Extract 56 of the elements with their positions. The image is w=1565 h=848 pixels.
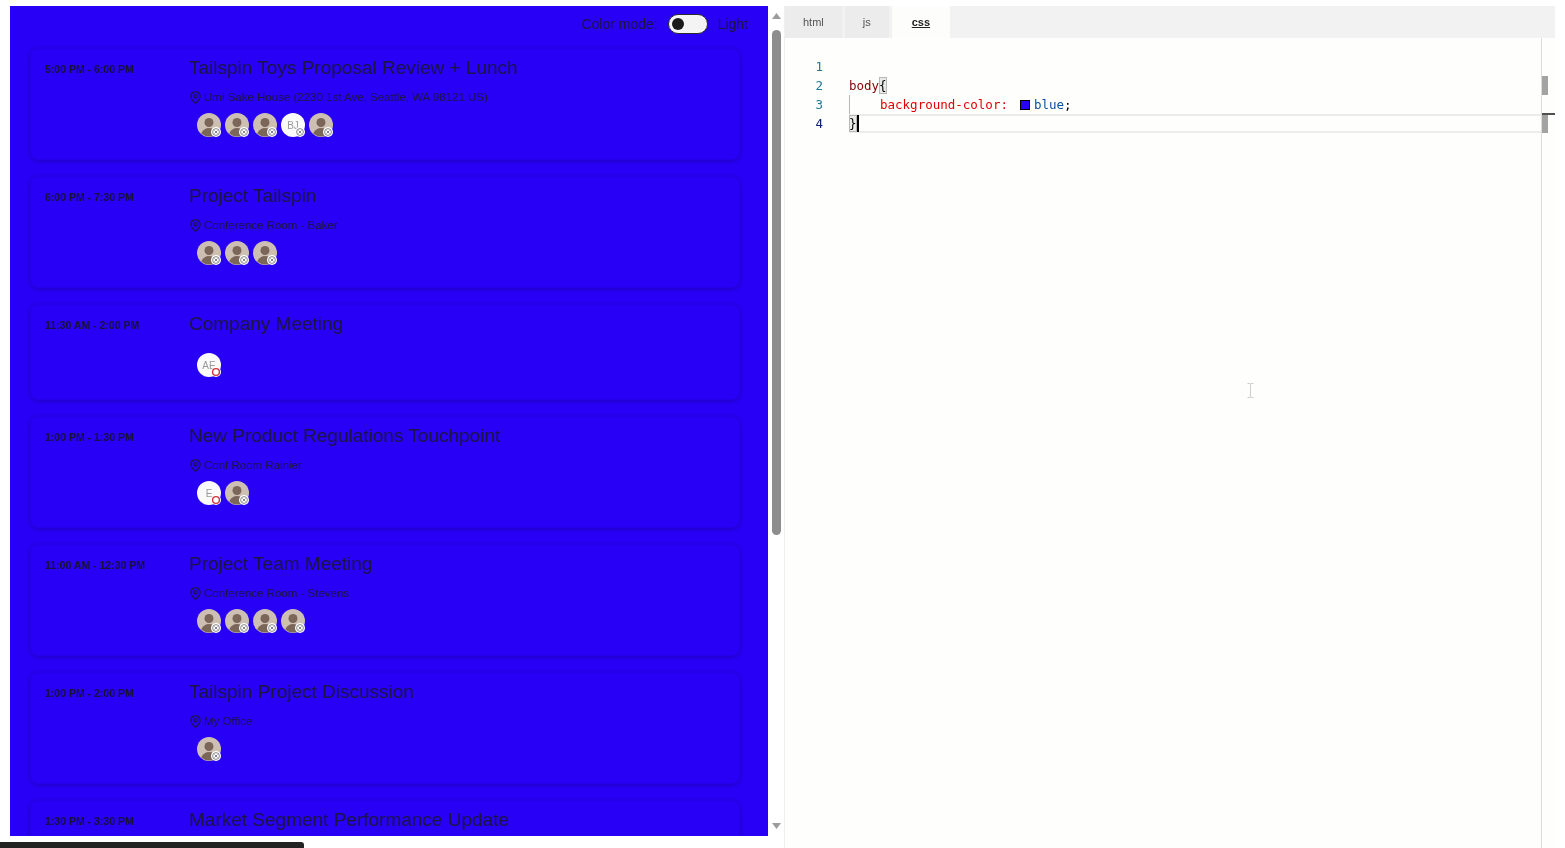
event-card[interactable]: 5:00 PM - 6:00 PM Tailspin Toys Proposal Review + Lunch Umi Sake House (2230 1st Ave, Seattle, WA 98121 US) BJ (30, 48, 740, 160)
location-pin-icon (190, 714, 201, 728)
event-time: 1:00 PM - 2:00 PM (45, 686, 134, 700)
event-title: Project Tailspin (189, 184, 317, 208)
matched-bracket: { (879, 77, 887, 94)
css-value: blue (1033, 96, 1065, 114)
event-card[interactable]: 11:00 AM - 12:30 PM Project Team Meeting Conference Room - Stevens (30, 544, 740, 656)
event-location: My Office (204, 715, 253, 727)
event-title: Market Segment Performance Update (189, 808, 509, 832)
event-location: Conf Room Rainier (204, 459, 302, 471)
event-location: Umi Sake House (2230 1st Ave, Seattle, WA 98121 US) (204, 91, 488, 103)
text-caret (856, 115, 859, 132)
scroll-up-arrow-icon[interactable] (771, 13, 781, 19)
ruler-mark (1542, 115, 1548, 133)
location-pin-icon (190, 458, 201, 472)
event-time: 6:00 PM - 7:30 PM (45, 190, 134, 204)
event-title: New Product Regulations Touchpoint (189, 424, 501, 448)
event-card[interactable]: 1:00 PM - 2:00 PM Tailspin Project Discussion My Office (30, 672, 740, 784)
event-location: Conference Room - Stevens (204, 587, 350, 599)
location-pin-icon (190, 90, 201, 104)
css-selector: body (849, 77, 880, 95)
line-number: 4 (814, 115, 823, 133)
event-time: 5:00 PM - 6:00 PM (45, 62, 134, 76)
line-number: 1 (814, 58, 823, 76)
event-time: 1:30 PM - 3:30 PM (45, 814, 134, 828)
color-swatch-icon[interactable] (1019, 99, 1030, 110)
cursor-position-mark (1542, 113, 1555, 115)
ruler-mark (1542, 76, 1548, 95)
location-pin-icon (190, 218, 201, 232)
i-beam-pointer-icon (1247, 383, 1254, 398)
event-time: 11:30 AM - 2:00 PM (45, 318, 140, 332)
event-title: Tailspin Toys Proposal Review + Lunch (189, 56, 518, 80)
editor-tab[interactable]: js (844, 6, 889, 38)
event-time: 11:00 AM - 12:30 PM (45, 558, 145, 572)
semicolon: ; (1064, 96, 1072, 114)
event-location: Conference Room - Baker (204, 219, 338, 231)
editor-tab[interactable]: css (891, 6, 951, 38)
scroll-down-arrow-icon[interactable] (771, 823, 781, 829)
event-card[interactable]: 1:00 PM - 1:30 PM New Product Regulations Touchpoint Conf Room Rainier E (30, 416, 740, 528)
event-title: Company Meeting (189, 312, 344, 336)
css-property: background-color: (880, 96, 1008, 114)
editor-tab[interactable]: html (785, 6, 842, 38)
event-time: 1:00 PM - 1:30 PM (45, 430, 134, 444)
line-number: 3 (814, 96, 823, 114)
overview-ruler[interactable] (1541, 38, 1555, 848)
event-title: Tailspin Project Discussion (189, 680, 414, 704)
location-pin-icon (190, 586, 201, 600)
matched-bracket: } (849, 115, 857, 132)
event-card[interactable]: 6:00 PM - 7:30 PM Project Tailspin Conference Room - Baker (30, 176, 740, 288)
color-mode-value: Light (717, 16, 748, 32)
horizontal-scrollbar-thumb[interactable] (0, 842, 304, 848)
color-mode-label: Color mode: (581, 16, 658, 32)
event-title: Project Team Meeting (189, 552, 373, 576)
line-number: 2 (814, 77, 823, 95)
color-mode-toggle[interactable] (667, 14, 708, 34)
vertical-scrollbar-thumb[interactable] (771, 30, 781, 535)
